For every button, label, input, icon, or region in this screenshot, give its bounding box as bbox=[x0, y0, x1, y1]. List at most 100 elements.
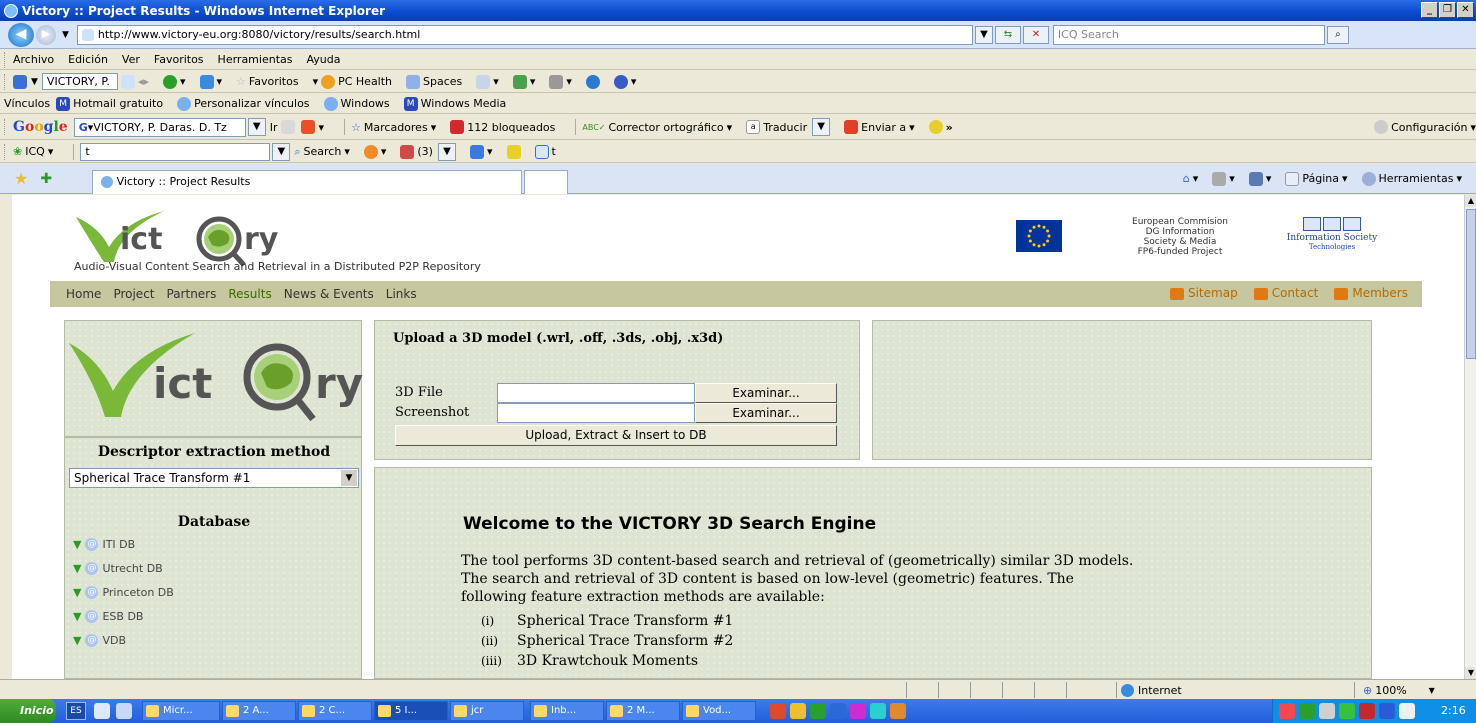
quicklaunch-icon[interactable] bbox=[116, 703, 132, 719]
scroll-down-icon[interactable]: ▼ bbox=[1465, 667, 1476, 679]
popup-blocker[interactable]: 112 bloqueados bbox=[450, 120, 555, 134]
page-menu[interactable]: Página ▾ bbox=[1285, 171, 1348, 186]
screenshot-input[interactable] bbox=[497, 403, 695, 423]
rss-icon[interactable]: ▾ bbox=[549, 74, 572, 89]
minimize-button[interactable]: _ bbox=[1421, 2, 1438, 18]
tray-icon[interactable] bbox=[1359, 703, 1375, 719]
tray-app-icon[interactable] bbox=[830, 703, 846, 719]
translate-button[interactable]: a Traducir ▼ bbox=[746, 118, 831, 136]
icq-people-icon[interactable]: ▾ bbox=[469, 144, 493, 159]
icq-search-button[interactable]: ⌕ Search ▾ bbox=[294, 145, 350, 159]
icq-mail-button[interactable]: (3) ▼ bbox=[400, 142, 456, 161]
google-go-button[interactable]: Ir bbox=[270, 121, 278, 134]
tray-app-icon[interactable] bbox=[850, 703, 866, 719]
task-item[interactable]: jcr bbox=[450, 701, 524, 721]
calendar-icon[interactable] bbox=[585, 74, 600, 89]
google-news-icon[interactable]: ▾ bbox=[301, 120, 324, 134]
tray-app-icon[interactable] bbox=[770, 703, 786, 719]
dropdown-icon[interactable]: ▼ bbox=[31, 77, 38, 87]
toolbar-add-icon[interactable]: ▾ bbox=[162, 74, 186, 89]
tab-victory[interactable]: Victory :: Project Results bbox=[92, 169, 523, 194]
tray-app-icon[interactable] bbox=[790, 703, 806, 719]
tools-menu[interactable]: Herramientas ▾ bbox=[1361, 171, 1462, 186]
nav-results[interactable]: Results bbox=[228, 287, 271, 301]
select-dropdown-icon[interactable]: ▼ bbox=[341, 470, 357, 486]
send-to-button[interactable]: Enviar a ▾ bbox=[844, 120, 915, 134]
nav-partners[interactable]: Partners bbox=[167, 287, 217, 301]
zoom-control[interactable]: ⊕ 100% ▼ bbox=[1354, 682, 1435, 698]
search-icon[interactable]: ⌕ bbox=[1326, 25, 1349, 44]
msn-icon[interactable] bbox=[13, 74, 27, 89]
favoritos-button[interactable]: ☆ Favoritos bbox=[236, 75, 299, 88]
menu-ver[interactable]: Ver bbox=[122, 53, 140, 66]
maximize-button[interactable]: ❐ bbox=[1439, 2, 1456, 18]
print-button[interactable]: ▾ bbox=[1248, 171, 1271, 186]
task-item[interactable]: Vod... bbox=[682, 701, 756, 721]
help-icon[interactable]: ▾ bbox=[613, 74, 636, 89]
tray-icon[interactable] bbox=[1339, 703, 1355, 719]
icq-search-input[interactable]: t bbox=[80, 142, 271, 161]
icq-find-button[interactable]: t bbox=[534, 144, 556, 159]
history-dropdown-icon[interactable]: ▼ bbox=[62, 30, 69, 40]
bookmarks-button[interactable]: ☆ Marcadores ▾ bbox=[351, 121, 436, 134]
file-input[interactable] bbox=[497, 383, 695, 403]
mail-icon[interactable]: ▾ bbox=[476, 74, 499, 89]
nav-project[interactable]: Project bbox=[113, 287, 154, 301]
pc-health-button[interactable]: ▾ PC Health bbox=[313, 74, 392, 89]
contact-link[interactable]: Contact bbox=[1253, 286, 1318, 300]
close-button[interactable]: ✕ bbox=[1457, 2, 1474, 18]
task-item[interactable]: 2 M... bbox=[606, 701, 680, 721]
toolbar-search-icon[interactable] bbox=[120, 74, 135, 89]
favorites-star-icon[interactable]: ★ bbox=[14, 169, 28, 188]
scroll-thumb[interactable] bbox=[1466, 209, 1476, 359]
search-input[interactable]: ICQ Search bbox=[1052, 24, 1325, 45]
url-dropdown-button[interactable]: ▼ bbox=[974, 25, 993, 44]
task-item-active[interactable]: 5 I... bbox=[374, 701, 448, 721]
task-item[interactable]: 2 A... bbox=[222, 701, 296, 721]
members-link[interactable]: Members bbox=[1334, 286, 1408, 300]
tray-icon[interactable] bbox=[1299, 703, 1315, 719]
icq-flower-icon[interactable]: ▾ bbox=[363, 144, 386, 159]
messenger-icon[interactable]: ▾ bbox=[512, 74, 535, 89]
task-item[interactable]: 2 C... bbox=[298, 701, 372, 721]
task-item[interactable]: Micr... bbox=[142, 701, 220, 721]
language-indicator[interactable]: ES bbox=[66, 702, 86, 720]
home-button[interactable]: ⌂ ▾ bbox=[1183, 172, 1199, 185]
sitemap-link[interactable]: Sitemap bbox=[1169, 286, 1238, 300]
tray-icon[interactable] bbox=[1279, 703, 1295, 719]
url-field[interactable]: http://www.victory-eu.org:8080/victory/r… bbox=[76, 24, 973, 45]
tray-icon[interactable] bbox=[1399, 703, 1415, 719]
new-tab-button[interactable] bbox=[524, 169, 569, 194]
menu-herramientas[interactable]: Herramientas bbox=[218, 53, 293, 66]
icq-button[interactable]: ❀ ICQ ▾ bbox=[13, 145, 53, 158]
db-item-iti[interactable]: ▼ @ ITI DB bbox=[73, 538, 135, 551]
spaces-button[interactable]: Spaces bbox=[406, 74, 462, 89]
task-item[interactable]: Inb... bbox=[530, 701, 604, 721]
menu-archivo[interactable]: Archivo bbox=[13, 53, 54, 66]
toolbar-arrows-icon[interactable]: ◂▸ bbox=[138, 75, 149, 88]
descriptor-select[interactable]: Spherical Trace Transform #1 ▼ bbox=[69, 468, 359, 488]
help-quicklaunch-icon[interactable] bbox=[94, 703, 110, 719]
nav-news-events[interactable]: News & Events bbox=[284, 287, 374, 301]
link-windows-media[interactable]: M Windows Media bbox=[403, 96, 506, 111]
link-personalizar[interactable]: Personalizar vínculos bbox=[177, 96, 310, 111]
db-item-utrecht[interactable]: ▼ @ Utrecht DB bbox=[73, 562, 163, 575]
tray-app-icon[interactable] bbox=[890, 703, 906, 719]
db-item-princeton[interactable]: ▼ @ Princeton DB bbox=[73, 586, 174, 599]
toolbar-butterfly-icon[interactable]: ▾ bbox=[199, 74, 222, 89]
window-titlebar[interactable]: Victory :: Project Results - Windows Int… bbox=[0, 0, 1476, 21]
icq-dropdown-button[interactable]: ▼ bbox=[272, 142, 291, 161]
link-hotmail[interactable]: M Hotmail gratuito bbox=[56, 96, 163, 111]
google-settings-button[interactable]: Configuración ▾ bbox=[1374, 120, 1476, 134]
menu-favoritos[interactable]: Favoritos bbox=[154, 53, 204, 66]
toolbar-search-input[interactable]: VICTORY, P. bbox=[41, 73, 118, 90]
icq-highlight-icon[interactable] bbox=[506, 144, 521, 159]
stop-icon[interactable]: ✕ bbox=[1022, 25, 1049, 44]
tray-icon[interactable] bbox=[1319, 703, 1335, 719]
google-dropdown-button[interactable]: ▼ bbox=[247, 118, 266, 136]
google-search-input[interactable]: G▾VICTORY, P. Daras. D. Tz bbox=[73, 117, 246, 137]
spellcheck-button[interactable]: ABC✓ Corrector ortográfico ▾ bbox=[582, 121, 732, 134]
start-button[interactable]: Inicio bbox=[0, 699, 56, 723]
tray-app-icon[interactable] bbox=[810, 703, 826, 719]
browse-screenshot-button[interactable]: Examinar... bbox=[695, 403, 837, 423]
